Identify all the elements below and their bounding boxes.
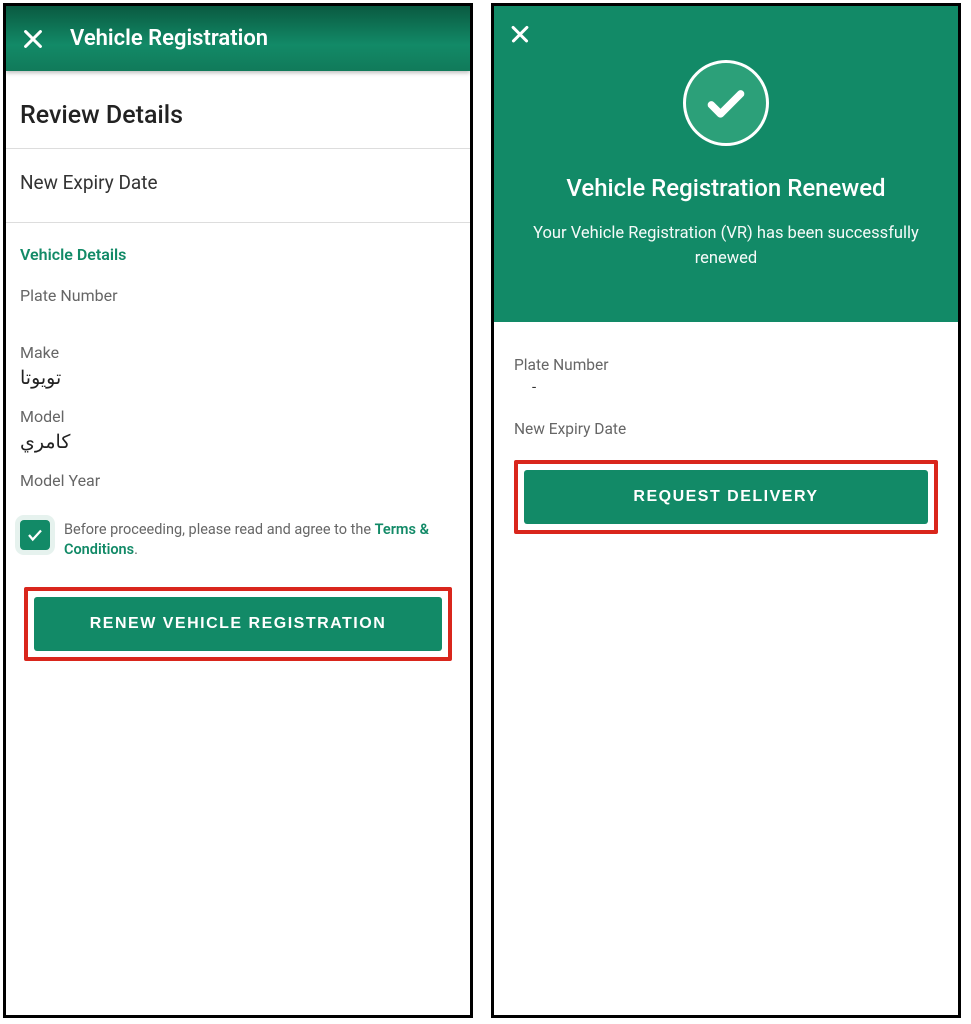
success-subtitle: Your Vehicle Registration (VR) has been …	[520, 222, 932, 272]
check-icon	[704, 81, 748, 125]
make-value: تويوتا	[20, 366, 456, 389]
screen-body: Review Details New Expiry Date Vehicle D…	[6, 71, 470, 1015]
highlight-frame: RENEW VEHICLE REGISTRATION	[24, 587, 452, 661]
new-expiry-date-label: New Expiry Date	[20, 171, 456, 194]
app-bar-title: Vehicle Registration	[70, 26, 268, 51]
new-expiry-date-label: New Expiry Date	[514, 420, 938, 438]
plate-number-label: Plate Number	[20, 286, 456, 305]
consent-row: Before proceeding, please read and agree…	[20, 520, 456, 573]
success-hero: Vehicle Registration Renewed Your Vehicl…	[494, 6, 958, 322]
page-heading: Review Details	[20, 101, 456, 130]
plate-number-label: Plate Number	[514, 356, 938, 374]
highlight-frame: REQUEST DELIVERY	[514, 460, 938, 534]
vehicle-details-heading: Vehicle Details	[20, 245, 456, 264]
consent-text: Before proceeding, please read and agree…	[64, 520, 456, 561]
divider	[6, 222, 470, 223]
renew-registration-button[interactable]: RENEW VEHICLE REGISTRATION	[34, 597, 442, 651]
divider	[6, 148, 470, 149]
success-title: Vehicle Registration Renewed	[520, 174, 932, 202]
close-icon[interactable]	[510, 24, 530, 44]
model-label: Model	[20, 407, 456, 426]
check-icon	[26, 526, 44, 544]
plate-number-value: -	[514, 378, 938, 396]
request-delivery-button[interactable]: REQUEST DELIVERY	[524, 470, 928, 524]
screen-body: Plate Number - New Expiry Date REQUEST D…	[494, 322, 958, 534]
model-value: كامري	[20, 430, 456, 453]
app-bar: Vehicle Registration	[6, 6, 470, 71]
model-year-label: Model Year	[20, 471, 456, 490]
make-label: Make	[20, 343, 456, 362]
consent-prefix: Before proceeding, please read and agree…	[64, 521, 375, 538]
screen-review-details: Vehicle Registration Review Details New …	[3, 3, 473, 1018]
terms-checkbox[interactable]	[20, 520, 50, 550]
consent-suffix: .	[134, 541, 138, 558]
success-check-circle	[683, 60, 769, 146]
screen-renewed-confirmation: Vehicle Registration Renewed Your Vehicl…	[491, 3, 961, 1018]
close-icon[interactable]	[22, 28, 44, 50]
